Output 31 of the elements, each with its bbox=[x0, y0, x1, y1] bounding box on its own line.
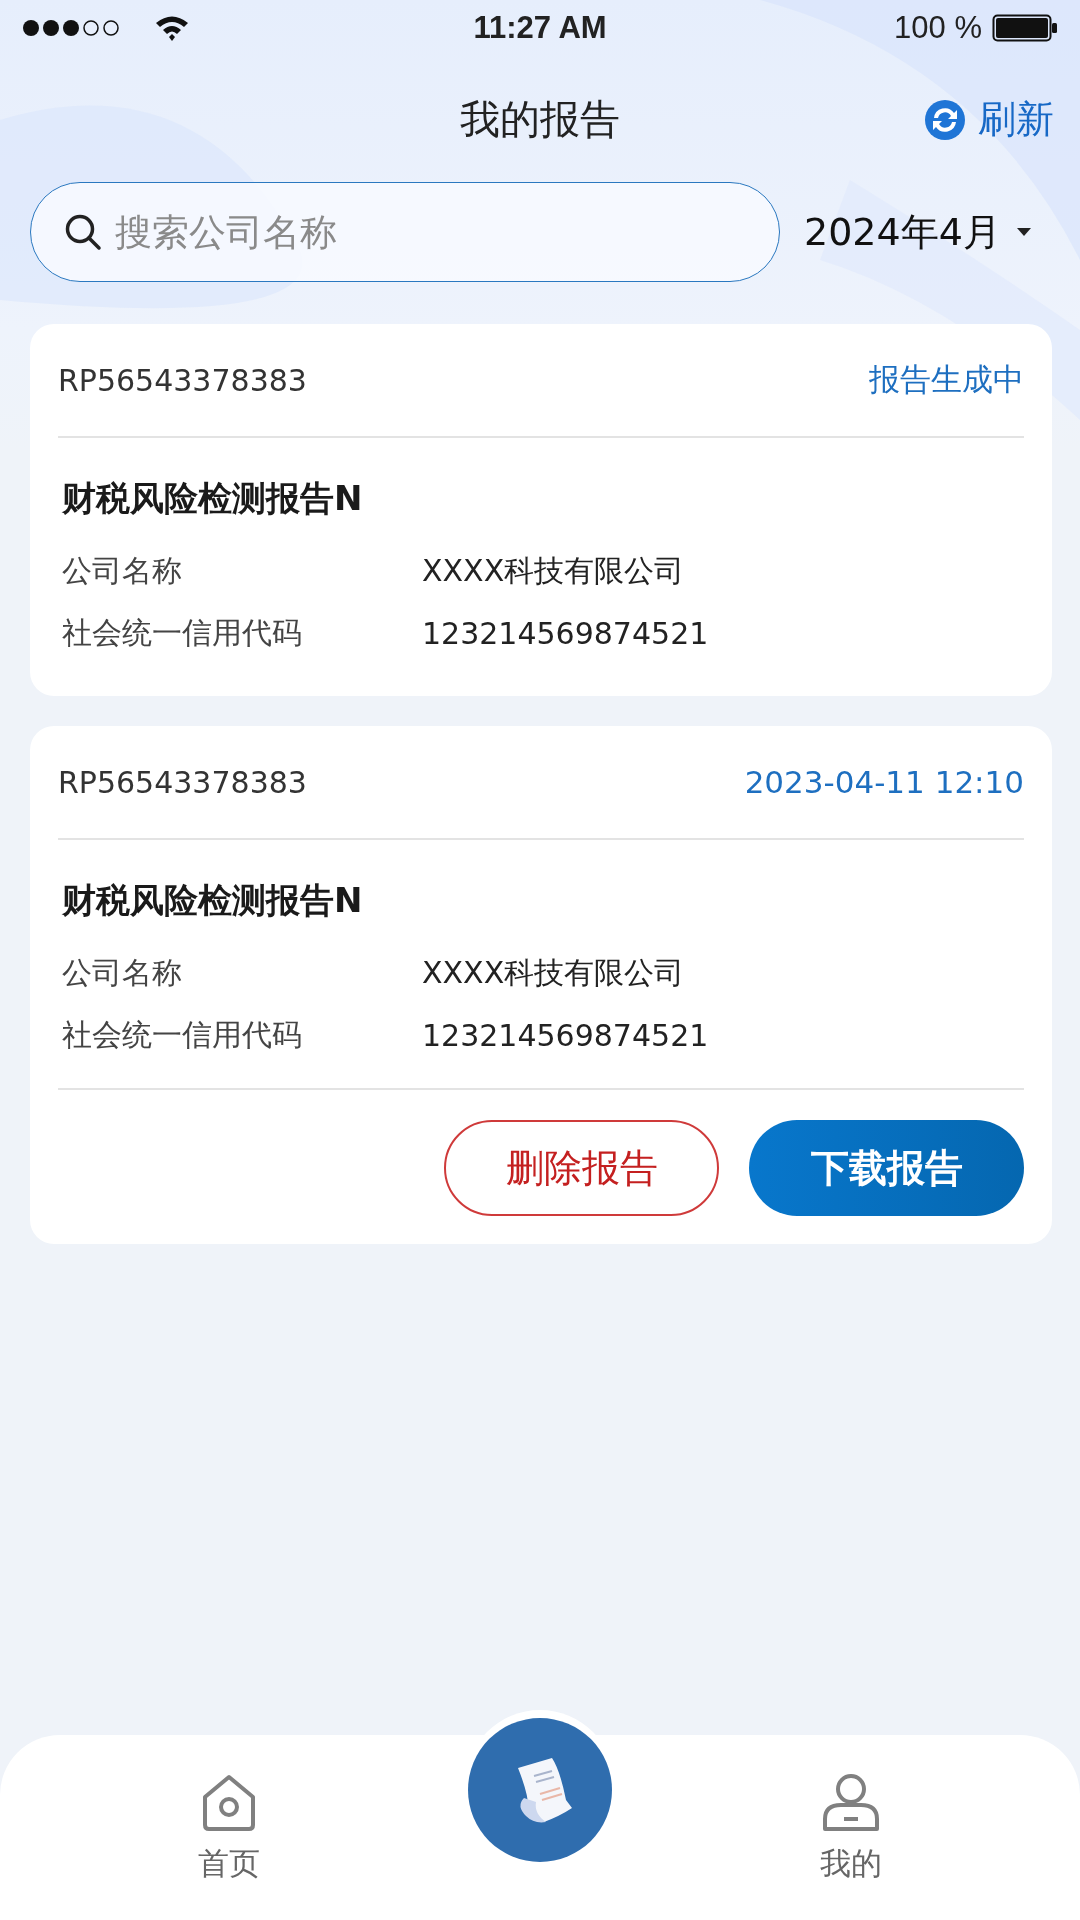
download-button[interactable]: 下载报告 bbox=[749, 1120, 1024, 1216]
refresh-button[interactable]: 刷新 bbox=[924, 94, 1054, 145]
signal-icon bbox=[22, 18, 120, 38]
status-time: 11:27 AM bbox=[473, 10, 607, 46]
tab-item[interactable]: 首页 bbox=[0, 1735, 458, 1886]
search-field[interactable]: 搜索公司名称 bbox=[30, 182, 780, 282]
field-value: XXXX科技有限公司 bbox=[422, 953, 685, 992]
report-number: RP56543378383 bbox=[58, 362, 307, 398]
report-status: 报告生成中 bbox=[869, 360, 1024, 399]
refresh-icon bbox=[924, 98, 966, 141]
field-value: XXXX科技有限公司 bbox=[422, 551, 685, 590]
report-title: 财税风险检测报告N bbox=[61, 879, 364, 922]
battery-percent: 100 % bbox=[894, 10, 982, 46]
search-icon bbox=[64, 213, 102, 251]
delete-button[interactable]: 删除报告 bbox=[444, 1120, 719, 1216]
report-number: RP56543378383 bbox=[58, 764, 307, 800]
wifi-icon bbox=[154, 14, 190, 42]
field-value: 123214569874521 bbox=[422, 615, 709, 651]
page-title: 我的报告 bbox=[460, 94, 620, 144]
field-label: 社会统一信用代码 bbox=[62, 1015, 303, 1054]
field-label: 公司名称 bbox=[62, 551, 183, 590]
report-status: 2023-04-11 12:10 bbox=[744, 764, 1024, 800]
field-value: 123214569874521 bbox=[422, 1017, 709, 1053]
date-dropdown[interactable]: 2024年4月 bbox=[804, 206, 1031, 258]
user-icon bbox=[821, 1773, 881, 1833]
field-label: 公司名称 bbox=[62, 953, 183, 992]
caret-icon bbox=[1016, 228, 1031, 236]
tab-item[interactable]: 我的 bbox=[622, 1735, 1080, 1886]
battery-icon bbox=[992, 14, 1058, 42]
report-title: 财税风险检测报告N bbox=[61, 477, 364, 520]
field-label: 社会统一信用代码 bbox=[62, 613, 303, 652]
